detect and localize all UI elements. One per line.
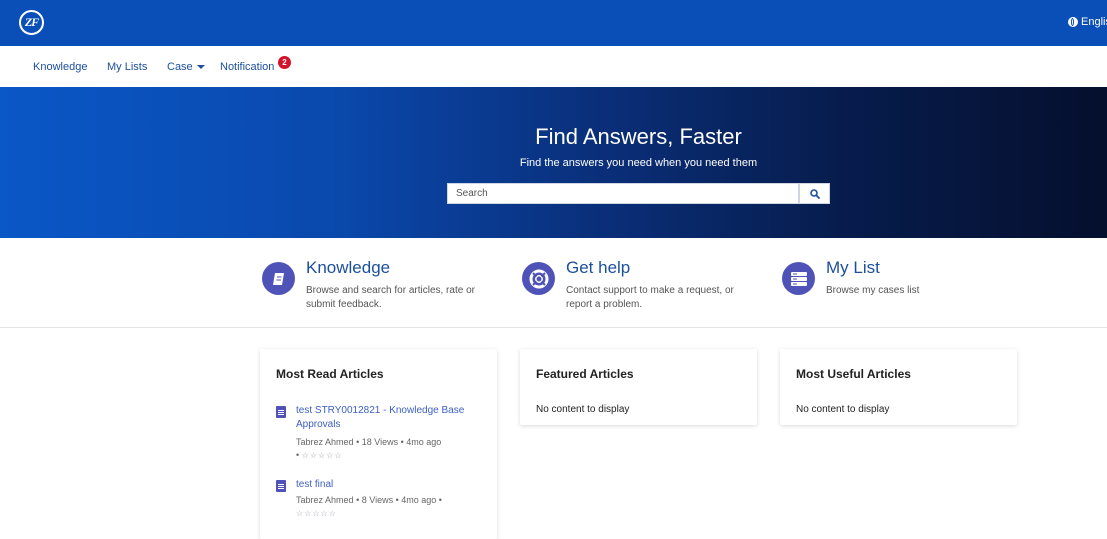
lifebuoy-icon bbox=[522, 262, 555, 295]
section-divider bbox=[0, 327, 1107, 328]
book-icon bbox=[262, 262, 295, 295]
article-author: Tabrez Ahmed bbox=[296, 437, 354, 447]
document-icon bbox=[276, 406, 286, 418]
nav-knowledge[interactable]: Knowledge bbox=[33, 61, 87, 73]
feature-my-list-description: Browse my cases list bbox=[826, 285, 920, 296]
hero-title: Find Answers, Faster bbox=[535, 124, 742, 149]
article-author: Tabrez Ahmed bbox=[296, 495, 354, 505]
hero-subtitle: Find the answers you need when you need … bbox=[519, 157, 758, 169]
language-selector[interactable]: Englis bbox=[1068, 16, 1107, 28]
list-server-icon bbox=[782, 262, 815, 295]
star-rating[interactable]: ☆☆☆☆☆ bbox=[302, 451, 343, 460]
feature-knowledge-title[interactable]: Knowledge bbox=[306, 258, 390, 278]
globe-icon bbox=[1068, 17, 1078, 27]
main-nav: Knowledge My Lists Case Notification bbox=[0, 46, 1107, 88]
feature-knowledge-description: Browse and search for articles, rate or … bbox=[306, 285, 475, 310]
feature-my-list-title[interactable]: My List bbox=[826, 258, 880, 278]
nav-case[interactable]: Case bbox=[167, 61, 205, 73]
nav-notification[interactable]: Notification bbox=[220, 61, 274, 73]
empty-message: No content to display bbox=[796, 404, 890, 415]
star-rating[interactable]: ☆☆☆☆☆ bbox=[296, 509, 337, 518]
nav-my-lists[interactable]: My Lists bbox=[107, 61, 147, 73]
zf-logo[interactable]: ZF bbox=[19, 10, 44, 35]
notification-badge: 2 bbox=[278, 56, 291, 69]
article-link[interactable]: test final bbox=[296, 478, 486, 492]
feature-get-help-title[interactable]: Get help bbox=[566, 258, 630, 278]
feature-knowledge[interactable]: Knowledge Browse and search for articles… bbox=[262, 258, 502, 318]
article-views: 18 Views bbox=[361, 437, 399, 447]
search-input[interactable] bbox=[447, 183, 799, 204]
feature-get-help[interactable]: Get help Contact support to make a reque… bbox=[522, 258, 762, 318]
language-label: Englis bbox=[1081, 16, 1107, 28]
most-useful-articles-card: Most Useful Articles No content to displ… bbox=[780, 349, 1017, 425]
card-title: Most Useful Articles bbox=[796, 367, 911, 381]
article-age: 4mo ago bbox=[401, 495, 437, 505]
article-meta: Tabrez Ahmed • 18 Views • 4mo ago • ☆☆☆☆… bbox=[296, 436, 486, 462]
list-item: test STRY0012821 - Knowledge Base Approv… bbox=[276, 404, 486, 464]
card-title: Most Read Articles bbox=[276, 367, 384, 381]
article-views: 8 Views bbox=[361, 495, 394, 505]
caret-down-icon bbox=[196, 65, 205, 70]
top-bar: ZF Englis bbox=[0, 0, 1107, 46]
document-icon bbox=[276, 480, 286, 492]
feature-my-list[interactable]: My List Browse my cases list bbox=[782, 258, 1022, 318]
card-title: Featured Articles bbox=[536, 367, 634, 381]
search-icon bbox=[809, 188, 820, 199]
list-item: test final Tabrez Ahmed • 8 Views • 4mo … bbox=[276, 478, 486, 523]
article-link[interactable]: test STRY0012821 - Knowledge Base Approv… bbox=[296, 404, 486, 432]
search-button[interactable] bbox=[799, 183, 830, 204]
featured-articles-card: Featured Articles No content to display bbox=[520, 349, 757, 425]
nav-case-label: Case bbox=[167, 61, 193, 73]
most-read-articles-card: Most Read Articles test STRY0012821 - Kn… bbox=[260, 349, 497, 539]
empty-message: No content to display bbox=[536, 404, 630, 415]
article-meta: Tabrez Ahmed • 8 Views • 4mo ago • ☆☆☆☆☆ bbox=[296, 494, 486, 520]
feature-get-help-description: Contact support to make a request, or re… bbox=[566, 285, 734, 310]
separator-dot: • bbox=[438, 495, 442, 505]
article-age: 4mo ago bbox=[406, 437, 442, 447]
